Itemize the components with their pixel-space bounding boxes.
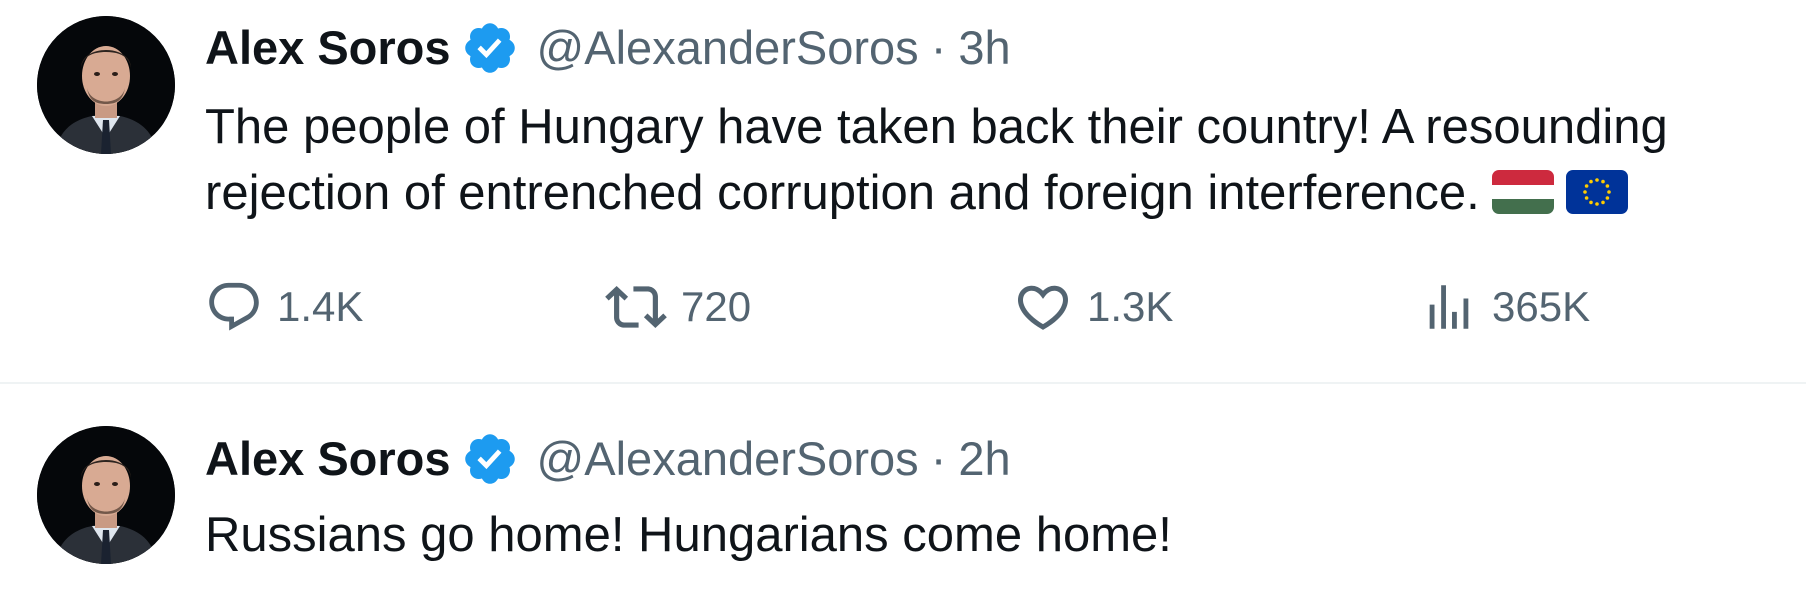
avatar[interactable] <box>37 426 175 564</box>
tweet[interactable]: Alex Soros @AlexanderSoros · 3h The peop… <box>0 0 1806 384</box>
tweet-header: Alex Soros @AlexanderSoros · 2h <box>205 429 1011 489</box>
tweet-actions: 1.4K 720 1.3K 365K <box>205 277 1605 337</box>
like-button[interactable]: 1.3K <box>1013 277 1173 337</box>
author-handle[interactable]: @AlexanderSoros <box>537 18 919 78</box>
author-handle[interactable]: @AlexanderSoros <box>537 429 919 489</box>
heart-icon <box>1013 277 1073 337</box>
author-name[interactable]: Alex Soros <box>205 429 451 489</box>
tweet-text: Russians go home! Hungarians come home! <box>205 508 1172 562</box>
flag-hungary-icon <box>1491 170 1554 215</box>
reply-button[interactable]: 1.4K <box>205 277 363 337</box>
reply-count: 1.4K <box>277 283 364 330</box>
tweet-header: Alex Soros @AlexanderSoros · 3h <box>205 18 1011 78</box>
tweet-text: The people of Hungary have taken back th… <box>205 94 1795 226</box>
tweet-text-fragment: rejection of entrenched corruption and f… <box>205 166 1480 220</box>
views-icon <box>1420 278 1478 336</box>
tweet-timestamp[interactable]: 3h <box>958 18 1010 78</box>
like-count: 1.3K <box>1087 283 1174 330</box>
retweet-icon <box>605 276 667 338</box>
tweet-timestamp[interactable]: 2h <box>958 429 1010 489</box>
tweet-text-line: The people of Hungary have taken back th… <box>205 100 1668 154</box>
author-name[interactable]: Alex Soros <box>205 18 451 78</box>
views-button[interactable]: 365K <box>1420 277 1590 337</box>
header-separator: · <box>930 432 947 485</box>
retweet-count: 720 <box>681 283 752 330</box>
avatar[interactable] <box>37 16 175 154</box>
flag-european-union-icon <box>1565 170 1628 215</box>
verified-badge-icon[interactable] <box>461 19 519 77</box>
retweet-button[interactable]: 720 <box>605 277 751 337</box>
tweet[interactable]: Alex Soros @AlexanderSoros · 2h Russians… <box>0 384 1806 591</box>
header-separator: · <box>930 21 947 74</box>
views-count: 365K <box>1492 283 1591 330</box>
reply-icon <box>205 278 263 336</box>
tweet-text-line: rejection of entrenched corruption and f… <box>205 160 1795 226</box>
verified-badge-icon[interactable] <box>461 430 519 488</box>
